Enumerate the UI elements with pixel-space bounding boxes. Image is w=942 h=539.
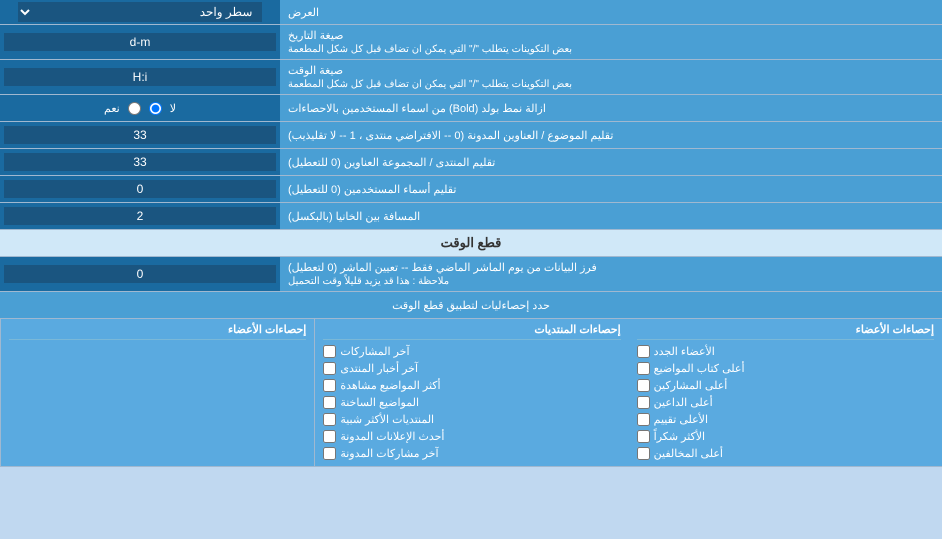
cb-most-viewed: أكثر المواضيع مشاهدة (323, 377, 620, 394)
bold-radio-container: لا نعم (0, 95, 280, 121)
cb-inviters-input[interactable] (637, 396, 650, 409)
topic-input[interactable] (4, 126, 276, 144)
cb-forum-news-input[interactable] (323, 362, 336, 375)
username-input[interactable] (4, 180, 276, 198)
cb-most-viewed-input[interactable] (323, 379, 336, 392)
topic-label: تقليم الموضوع / العناوين المدونة (0 -- ا… (280, 122, 942, 148)
bold-yes-label: نعم (104, 102, 120, 115)
bold-label: ازالة نمط بولد (Bold) من اسماء المستخدمي… (280, 95, 942, 121)
bold-no-label: لا (170, 102, 176, 115)
col2-title: إحصاءات المنتديات (323, 323, 620, 340)
cb-members-new-input[interactable] (637, 345, 650, 358)
gap-row: المسافة بين الخانيا (بالبكسل) (0, 203, 942, 230)
cb-top-violators-input[interactable] (637, 447, 650, 460)
gap-input-container (0, 203, 280, 229)
topic-input-container (0, 122, 280, 148)
date-format-input[interactable] (4, 33, 276, 51)
display-select-container: سطر واحد سطرين ثلاثة أسطر (0, 0, 280, 24)
cb-top-violators: أعلى المخالفين (637, 445, 934, 462)
cb-blog-posts-input[interactable] (323, 447, 336, 460)
cb-forum-news: آخر أخبار المنتدى (323, 360, 620, 377)
gap-label: المسافة بين الخانيا (بالبكسل) (280, 203, 942, 229)
cb-topic-writers-input[interactable] (637, 362, 650, 375)
fetch-input[interactable] (4, 265, 276, 283)
cb-hot-topics: المواضيع الساخنة (323, 394, 620, 411)
username-label: تقليم أسماء المستخدمين (0 للتعطيل) (280, 176, 942, 202)
fetch-label: فرز البيانات من يوم الماشر الماضي فقط --… (280, 257, 942, 291)
fetch-input-container (0, 257, 280, 291)
stats-limit-label: حدد إحصاءليات لتطبيق قطع الوقت (0, 292, 942, 318)
cb-popular-forums-input[interactable] (323, 413, 336, 426)
time-format-input[interactable] (4, 68, 276, 86)
time-format-label: صيغة الوقت بعض التكوينات يتطلب "/" التي … (280, 60, 942, 94)
username-row: تقليم أسماء المستخدمين (0 للتعطيل) (0, 176, 942, 203)
cb-latest-blog-ads-input[interactable] (323, 430, 336, 443)
cb-popular-forums: المنتديات الأكثر شبية (323, 411, 620, 428)
gap-input[interactable] (4, 207, 276, 225)
fetch-row: فرز البيانات من يوم الماشر الماضي فقط --… (0, 257, 942, 292)
cb-members-new: الأعضاء الجدد (637, 343, 934, 360)
date-format-input-container (0, 25, 280, 59)
time-cut-header: قطع الوقت (0, 230, 942, 257)
bold-no-radio[interactable] (149, 102, 162, 115)
cb-most-thanked-input[interactable] (637, 430, 650, 443)
col3-title: إحصاءات الأعضاء (9, 323, 306, 340)
username-input-container (0, 176, 280, 202)
forum-input[interactable] (4, 153, 276, 171)
bold-row: ازالة نمط بولد (Bold) من اسماء المستخدمي… (0, 95, 942, 122)
forum-input-container (0, 149, 280, 175)
time-format-row: صيغة الوقت بعض التكوينات يتطلب "/" التي … (0, 60, 942, 95)
date-format-label: صيغة التاريخ بعض التكوينات يتطلب "/" الت… (280, 25, 942, 59)
stats-limit-row: حدد إحصاءليات لتطبيق قطع الوقت (0, 292, 942, 319)
checkboxes-area: إحصاءات الأعضاء الأعضاء الجدد أعلى كتاب … (0, 319, 942, 467)
checkbox-col-1: إحصاءات الأعضاء الأعضاء الجدد أعلى كتاب … (629, 319, 942, 466)
checkbox-col-3: إحصاءات الأعضاء (0, 319, 314, 466)
cb-most-thanked: الأكثر شكراً (637, 428, 934, 445)
forum-label: تقليم المنتدى / المجموعة العناوين (0 للت… (280, 149, 942, 175)
cb-hot-topics-input[interactable] (323, 396, 336, 409)
cb-top-rated-input[interactable] (637, 413, 650, 426)
cb-participants: أعلى المشاركين (637, 377, 934, 394)
cb-top-rated: الأعلى تقييم (637, 411, 934, 428)
cb-last-posts: آخر المشاركات (323, 343, 620, 360)
cb-last-posts-input[interactable] (323, 345, 336, 358)
checkbox-col-2: إحصاءات المنتديات آخر المشاركات آخر أخبا… (314, 319, 628, 466)
display-dropdown[interactable]: سطر واحد سطرين ثلاثة أسطر (18, 2, 263, 22)
bold-radio-group: لا نعم (96, 102, 184, 115)
time-format-input-container (0, 60, 280, 94)
date-format-row: صيغة التاريخ بعض التكوينات يتطلب "/" الت… (0, 25, 942, 60)
forum-row: تقليم المنتدى / المجموعة العناوين (0 للت… (0, 149, 942, 176)
display-row: العرض سطر واحد سطرين ثلاثة أسطر (0, 0, 942, 25)
topic-row: تقليم الموضوع / العناوين المدونة (0 -- ا… (0, 122, 942, 149)
display-label: العرض (280, 0, 942, 24)
col1-title: إحصاءات الأعضاء (637, 323, 934, 340)
cb-inviters: أعلى الداعين (637, 394, 934, 411)
cb-participants-input[interactable] (637, 379, 650, 392)
cb-topic-writers: أعلى كتاب المواضيع (637, 360, 934, 377)
cb-blog-posts: آخر مشاركات المدونة (323, 445, 620, 462)
cb-latest-blog-ads: أحدث الإعلانات المدونة (323, 428, 620, 445)
bold-yes-radio[interactable] (128, 102, 141, 115)
